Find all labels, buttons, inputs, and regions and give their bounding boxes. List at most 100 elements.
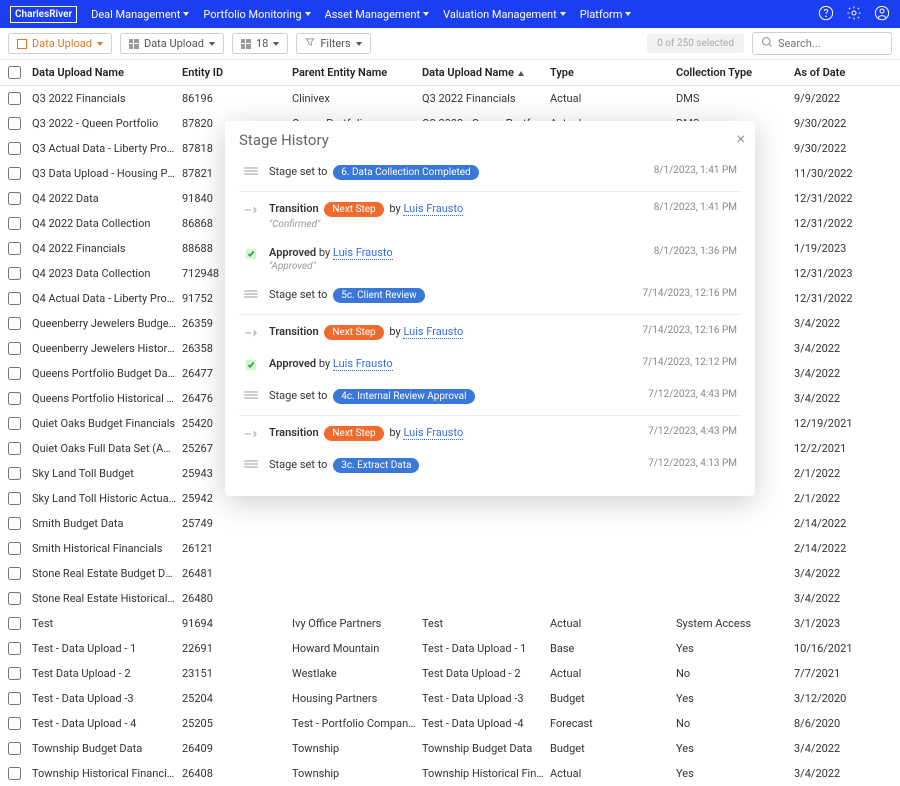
cell-name: Township Budget Data bbox=[32, 742, 182, 755]
cell-name: Q4 Actual Data - Liberty Property bbox=[32, 292, 182, 305]
col-parent-entity[interactable]: Parent Entity Name bbox=[292, 66, 422, 79]
row-checkbox[interactable] bbox=[8, 592, 21, 605]
col-type[interactable]: Type bbox=[550, 66, 676, 79]
search-box[interactable] bbox=[752, 32, 892, 55]
user-link[interactable]: Luis Frausto bbox=[333, 357, 393, 371]
col-data-upload-name[interactable]: Data Upload Name bbox=[32, 66, 182, 79]
next-step-pill: Next Step bbox=[324, 426, 383, 441]
col-data-upload-name-2[interactable]: Data Upload Name bbox=[422, 66, 550, 79]
row-checkbox[interactable] bbox=[8, 142, 21, 155]
history-time: 8/1/2023, 1:41 PM bbox=[654, 202, 737, 213]
cell-as-of-date: 3/4/2022 bbox=[794, 342, 892, 355]
cell-parent-entity: Westlake bbox=[292, 667, 422, 680]
cell-name: Quiet Oaks Full Data Set (Actuals) bbox=[32, 442, 182, 455]
row-checkbox[interactable] bbox=[8, 742, 21, 755]
top-nav: Deal Management Portfolio Monitoring Ass… bbox=[91, 8, 818, 21]
nav-valuation-management[interactable]: Valuation Management bbox=[443, 8, 566, 21]
cell-type bbox=[550, 592, 676, 605]
row-checkbox[interactable] bbox=[8, 117, 21, 130]
sort-asc-icon bbox=[518, 71, 524, 76]
row-checkbox[interactable] bbox=[8, 467, 21, 480]
history-time: 8/1/2023, 1:36 PM bbox=[654, 246, 737, 257]
table-row[interactable]: Township Budget Data26409TownshipTownshi… bbox=[0, 736, 900, 761]
table-row[interactable]: Township Historical Financials26408Towns… bbox=[0, 761, 900, 786]
cell-name: Test - Data Upload - 4 bbox=[32, 717, 182, 730]
help-icon[interactable] bbox=[818, 5, 834, 24]
row-checkbox[interactable] bbox=[8, 767, 21, 780]
row-checkbox[interactable] bbox=[8, 542, 21, 555]
cell-parent-entity: Test - Portfolio Company -2 bbox=[292, 717, 422, 730]
user-link[interactable]: Luis Frausto bbox=[403, 426, 463, 440]
row-checkbox[interactable] bbox=[8, 517, 21, 530]
cell-name: Q3 Data Upload - Housing Partners bbox=[32, 167, 182, 180]
nav-deal-management[interactable]: Deal Management bbox=[91, 8, 189, 21]
table-row[interactable]: Test Data Upload - 223151WestlakeTest Da… bbox=[0, 661, 900, 686]
row-checkbox[interactable] bbox=[8, 667, 21, 680]
table-row[interactable]: Smith Budget Data257492/14/2022 bbox=[0, 511, 900, 536]
table-row[interactable]: Test - Data Upload - 425205Test - Portfo… bbox=[0, 711, 900, 736]
col-as-of-date[interactable]: As of Date bbox=[794, 66, 892, 79]
gear-icon[interactable] bbox=[846, 5, 862, 24]
select-all-checkbox[interactable] bbox=[8, 66, 21, 79]
table-row[interactable]: Test - Data Upload -325204Housing Partne… bbox=[0, 686, 900, 711]
row-checkbox[interactable] bbox=[8, 92, 21, 105]
cell-name: Township Historical Financials bbox=[32, 767, 182, 780]
cell-data-upload-name: Test Data Upload - 2 bbox=[422, 667, 550, 680]
stage-pill: 5c. Client Review bbox=[333, 288, 424, 303]
user-icon[interactable] bbox=[874, 5, 890, 24]
row-checkbox[interactable] bbox=[8, 717, 21, 730]
close-icon[interactable]: × bbox=[736, 129, 745, 148]
table-row[interactable]: Test91694Ivy Office PartnersTestActualSy… bbox=[0, 611, 900, 636]
cell-as-of-date: 12/31/2022 bbox=[794, 192, 892, 205]
row-checkbox[interactable] bbox=[8, 417, 21, 430]
col-collection-type[interactable]: Collection Type bbox=[676, 66, 794, 79]
row-checkbox[interactable] bbox=[8, 367, 21, 380]
user-link[interactable]: Luis Frausto bbox=[403, 325, 463, 339]
row-checkbox[interactable] bbox=[8, 642, 21, 655]
row-checkbox[interactable] bbox=[8, 292, 21, 305]
row-checkbox[interactable] bbox=[8, 217, 21, 230]
cell-name: Test - Data Upload -3 bbox=[32, 692, 182, 705]
row-checkbox[interactable] bbox=[8, 692, 21, 705]
table-row[interactable]: Stone Real Estate Budget Data264813/4/20… bbox=[0, 561, 900, 586]
col-entity-id[interactable]: Entity ID bbox=[182, 66, 292, 79]
row-checkbox[interactable] bbox=[8, 392, 21, 405]
cell-name: Q4 2023 Data Collection bbox=[32, 267, 182, 280]
row-checkbox[interactable] bbox=[8, 442, 21, 455]
cell-entity-id: 26121 bbox=[182, 542, 292, 555]
cell-name: Smith Historical Financials bbox=[32, 542, 182, 555]
row-checkbox[interactable] bbox=[8, 617, 21, 630]
row-checkbox[interactable] bbox=[8, 192, 21, 205]
history-entry: Stage set to 6. Data Collection Complete… bbox=[239, 157, 741, 189]
row-checkbox[interactable] bbox=[8, 492, 21, 505]
row-checkbox[interactable] bbox=[8, 267, 21, 280]
nav-portfolio-monitoring[interactable]: Portfolio Monitoring bbox=[203, 8, 310, 21]
nav-asset-management[interactable]: Asset Management bbox=[325, 8, 430, 21]
cell-name: Sky Land Toll Budget bbox=[32, 467, 182, 480]
row-checkbox[interactable] bbox=[8, 342, 21, 355]
row-checkbox[interactable] bbox=[8, 567, 21, 580]
brand-logo[interactable]: CharlesRiver bbox=[10, 6, 77, 23]
user-link[interactable]: Luis Frausto bbox=[403, 202, 463, 216]
row-checkbox[interactable] bbox=[8, 242, 21, 255]
modal-title: Stage History bbox=[239, 131, 741, 149]
row-checkbox[interactable] bbox=[8, 317, 21, 330]
table-row[interactable]: Test - Data Upload - 122691Howard Mounta… bbox=[0, 636, 900, 661]
data-upload-btn-1[interactable]: Data Upload bbox=[8, 33, 112, 54]
cell-collection-type bbox=[676, 567, 794, 580]
data-upload-btn-2[interactable]: Data Upload bbox=[120, 33, 224, 54]
search-input[interactable] bbox=[778, 37, 883, 50]
page-size-btn[interactable]: 18 bbox=[232, 33, 288, 54]
table-row[interactable]: Smith Historical Financials261212/14/202… bbox=[0, 536, 900, 561]
arrow-right-icon bbox=[243, 202, 259, 218]
table-row[interactable]: Stone Real Estate Historical Financials2… bbox=[0, 586, 900, 611]
chevron-down-icon bbox=[273, 42, 279, 46]
cell-parent-entity: Clinivex bbox=[292, 92, 422, 105]
table-row[interactable]: Q3 2022 Financials86196ClinivexQ3 2022 F… bbox=[0, 86, 900, 111]
cell-name: Q3 Actual Data - Liberty Property bbox=[32, 142, 182, 155]
nav-platform[interactable]: Platform bbox=[580, 8, 632, 21]
user-link[interactable]: Luis Frausto bbox=[333, 246, 393, 260]
filters-btn[interactable]: Filters bbox=[296, 33, 370, 54]
row-checkbox[interactable] bbox=[8, 167, 21, 180]
cell-collection-type: Yes bbox=[676, 767, 794, 780]
